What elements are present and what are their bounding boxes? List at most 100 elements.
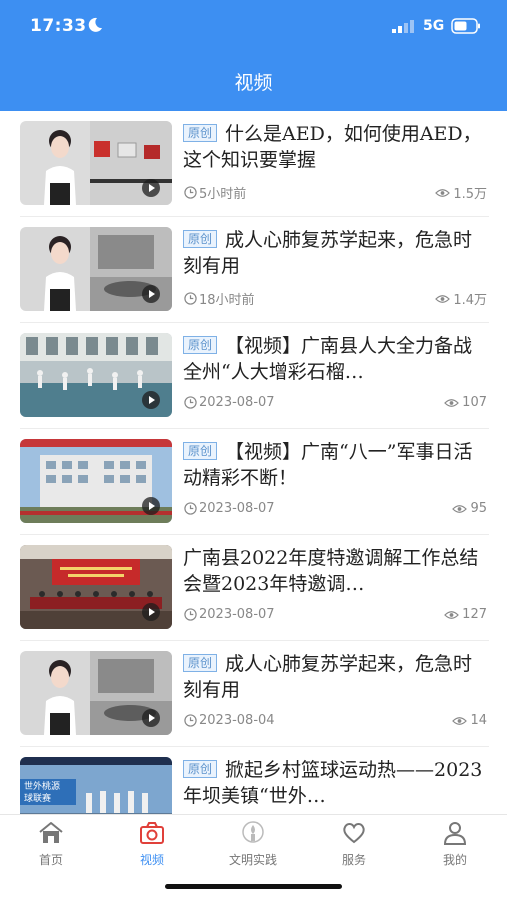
tab-service[interactable]: 服务 [314,821,394,871]
publish-time: 2023-08-04 [184,713,275,728]
publish-time: 2023-08-07 [184,501,275,516]
video-title-text: 掀起乡村篮球运动热——2023年坝美镇“世外… [183,759,483,807]
view-count-text: 1.5万 [453,187,487,202]
original-badge: 原创 [183,336,218,354]
video-title-text: 【视频】广南“八一”军事日活动精彩不断！ [183,441,473,489]
eye-icon [452,504,468,513]
video-title-text: 成人心肺复苏学起来，危急时刻有用 [183,229,473,277]
clock-icon [184,714,197,727]
status-time: 17:33 [30,16,87,36]
view-count: 107 [444,395,487,410]
thumbnail-image: 世外桃源 球联赛 [20,757,172,814]
home-indicator[interactable] [165,884,342,889]
signal-icon [392,20,414,33]
play-icon [142,285,160,303]
thumb-sub-text: 球联赛 [24,792,51,804]
original-badge: 原创 [183,230,218,248]
video-title[interactable]: 原创 【视频】广南“八一”军事日活动精彩不断！ [183,439,489,491]
video-title[interactable]: 原创 成人心肺复苏学起来，危急时刻有用 [183,651,489,703]
list-item[interactable]: 广南县2022年度特邀调解工作总结会暨2023年特邀调… 2023-08-07 … [0,535,507,641]
video-title[interactable]: 原创 掀起乡村篮球运动热——2023年坝美镇“世外… [183,757,489,809]
video-thumbnail[interactable] [20,545,172,629]
moon-icon [88,17,102,32]
view-count-text: 1.4万 [453,293,487,308]
civilization-icon [242,821,264,843]
list-item[interactable]: 原创 【视频】广南“八一”军事日活动精彩不断！ 2023-08-07 95 [0,429,507,535]
list-item[interactable]: 原创 成人心肺复苏学起来，危急时刻有用 2023-08-04 14 [0,641,507,747]
tab-video[interactable]: 视频 [112,821,192,871]
clock-icon [184,396,197,409]
list-item[interactable]: 原创 成人心肺复苏学起来，危急时刻有用 18小时前 1.4万 [0,217,507,323]
view-count: 95 [452,501,487,516]
view-count-text: 95 [470,501,487,516]
list-item[interactable]: 原创 【视频】广南县人大全力备战全州“人大增彩石榴… 2023-08-07 107 [0,323,507,429]
eye-icon [444,398,460,407]
view-count: 14 [452,713,487,728]
publish-time: 5小时前 [184,183,246,202]
list-item[interactable]: 世外桃源 球联赛 原创 掀起乡村篮球运动热——2023年坝美镇“世外… [0,747,507,814]
publish-time: 18小时前 [184,289,255,308]
publish-time-text: 2023-08-07 [199,607,275,622]
play-icon [142,179,160,197]
eye-icon [452,716,468,725]
video-title[interactable]: 原创 成人心肺复苏学起来，危急时刻有用 [183,227,489,279]
view-count: 127 [444,607,487,622]
video-title-text: 【视频】广南县人大全力备战全州“人大增彩石榴… [183,335,473,383]
thumb-banner-text: 世外桃源 [24,780,60,792]
tab-label: 文明实践 [228,853,277,867]
video-title[interactable]: 原创 【视频】广南县人大全力备战全州“人大增彩石榴… [183,333,489,385]
tab-profile[interactable]: 我的 [415,821,495,871]
video-thumbnail[interactable] [20,227,172,311]
network-label: 5G [423,18,445,34]
video-title-text: 什么是AED，如何使用AED，这个知识要掌握 [183,123,482,171]
video-title[interactable]: 原创 什么是AED，如何使用AED，这个知识要掌握 [183,121,489,173]
play-icon [142,391,160,409]
clock-icon [184,502,197,515]
video-thumbnail[interactable] [20,121,172,205]
view-count: 1.4万 [435,289,487,308]
view-count-text: 127 [462,607,487,622]
eye-icon [444,610,460,619]
tab-label: 我的 [442,853,467,867]
publish-time: 2023-08-07 [184,607,275,622]
battery-icon [451,18,480,34]
video-title[interactable]: 广南县2022年度特邀调解工作总结会暨2023年特邀调… [183,545,489,597]
publish-time-text: 2023-08-04 [199,713,275,728]
list-item[interactable]: 原创 什么是AED，如何使用AED，这个知识要掌握 5小时前 1.5万 [0,111,507,217]
original-badge: 原创 [183,654,218,672]
video-list[interactable]: 原创 什么是AED，如何使用AED，这个知识要掌握 5小时前 1.5万 原创 成… [0,111,507,814]
app-header: 17:33 5G 视频 [0,0,507,111]
play-icon [142,603,160,621]
original-badge: 原创 [183,760,218,778]
publish-time-text: 18小时前 [199,293,255,308]
original-badge: 原创 [183,124,218,142]
view-count-text: 107 [462,395,487,410]
publish-time-text: 2023-08-07 [199,395,275,410]
video-title-text: 广南县2022年度特邀调解工作总结会暨2023年特邀调… [183,547,479,595]
clock-icon [184,608,197,621]
tab-home[interactable]: 首页 [11,821,91,871]
view-count-text: 14 [470,713,487,728]
original-badge: 原创 [183,442,218,460]
camera-icon [140,822,164,844]
tab-civilization-practice[interactable]: 文明实践 [213,821,293,871]
home-icon [39,822,63,843]
publish-time: 2023-08-07 [184,395,275,410]
eye-icon [435,294,451,303]
eye-icon [435,188,451,197]
view-count: 1.5万 [435,183,487,202]
clock-icon [184,186,197,199]
video-thumbnail[interactable]: 世外桃源 球联赛 [20,757,172,814]
video-thumbnail[interactable] [20,439,172,523]
tab-label: 服务 [341,853,366,867]
video-thumbnail[interactable] [20,651,172,735]
tab-label: 视频 [139,853,164,867]
play-icon [142,709,160,727]
clock-icon [184,292,197,305]
publish-time-text: 2023-08-07 [199,501,275,516]
play-icon [142,497,160,515]
heart-icon [343,823,365,844]
video-thumbnail[interactable] [20,333,172,417]
publish-time-text: 5小时前 [199,187,247,202]
video-title-text: 成人心肺复苏学起来，危急时刻有用 [183,653,473,701]
